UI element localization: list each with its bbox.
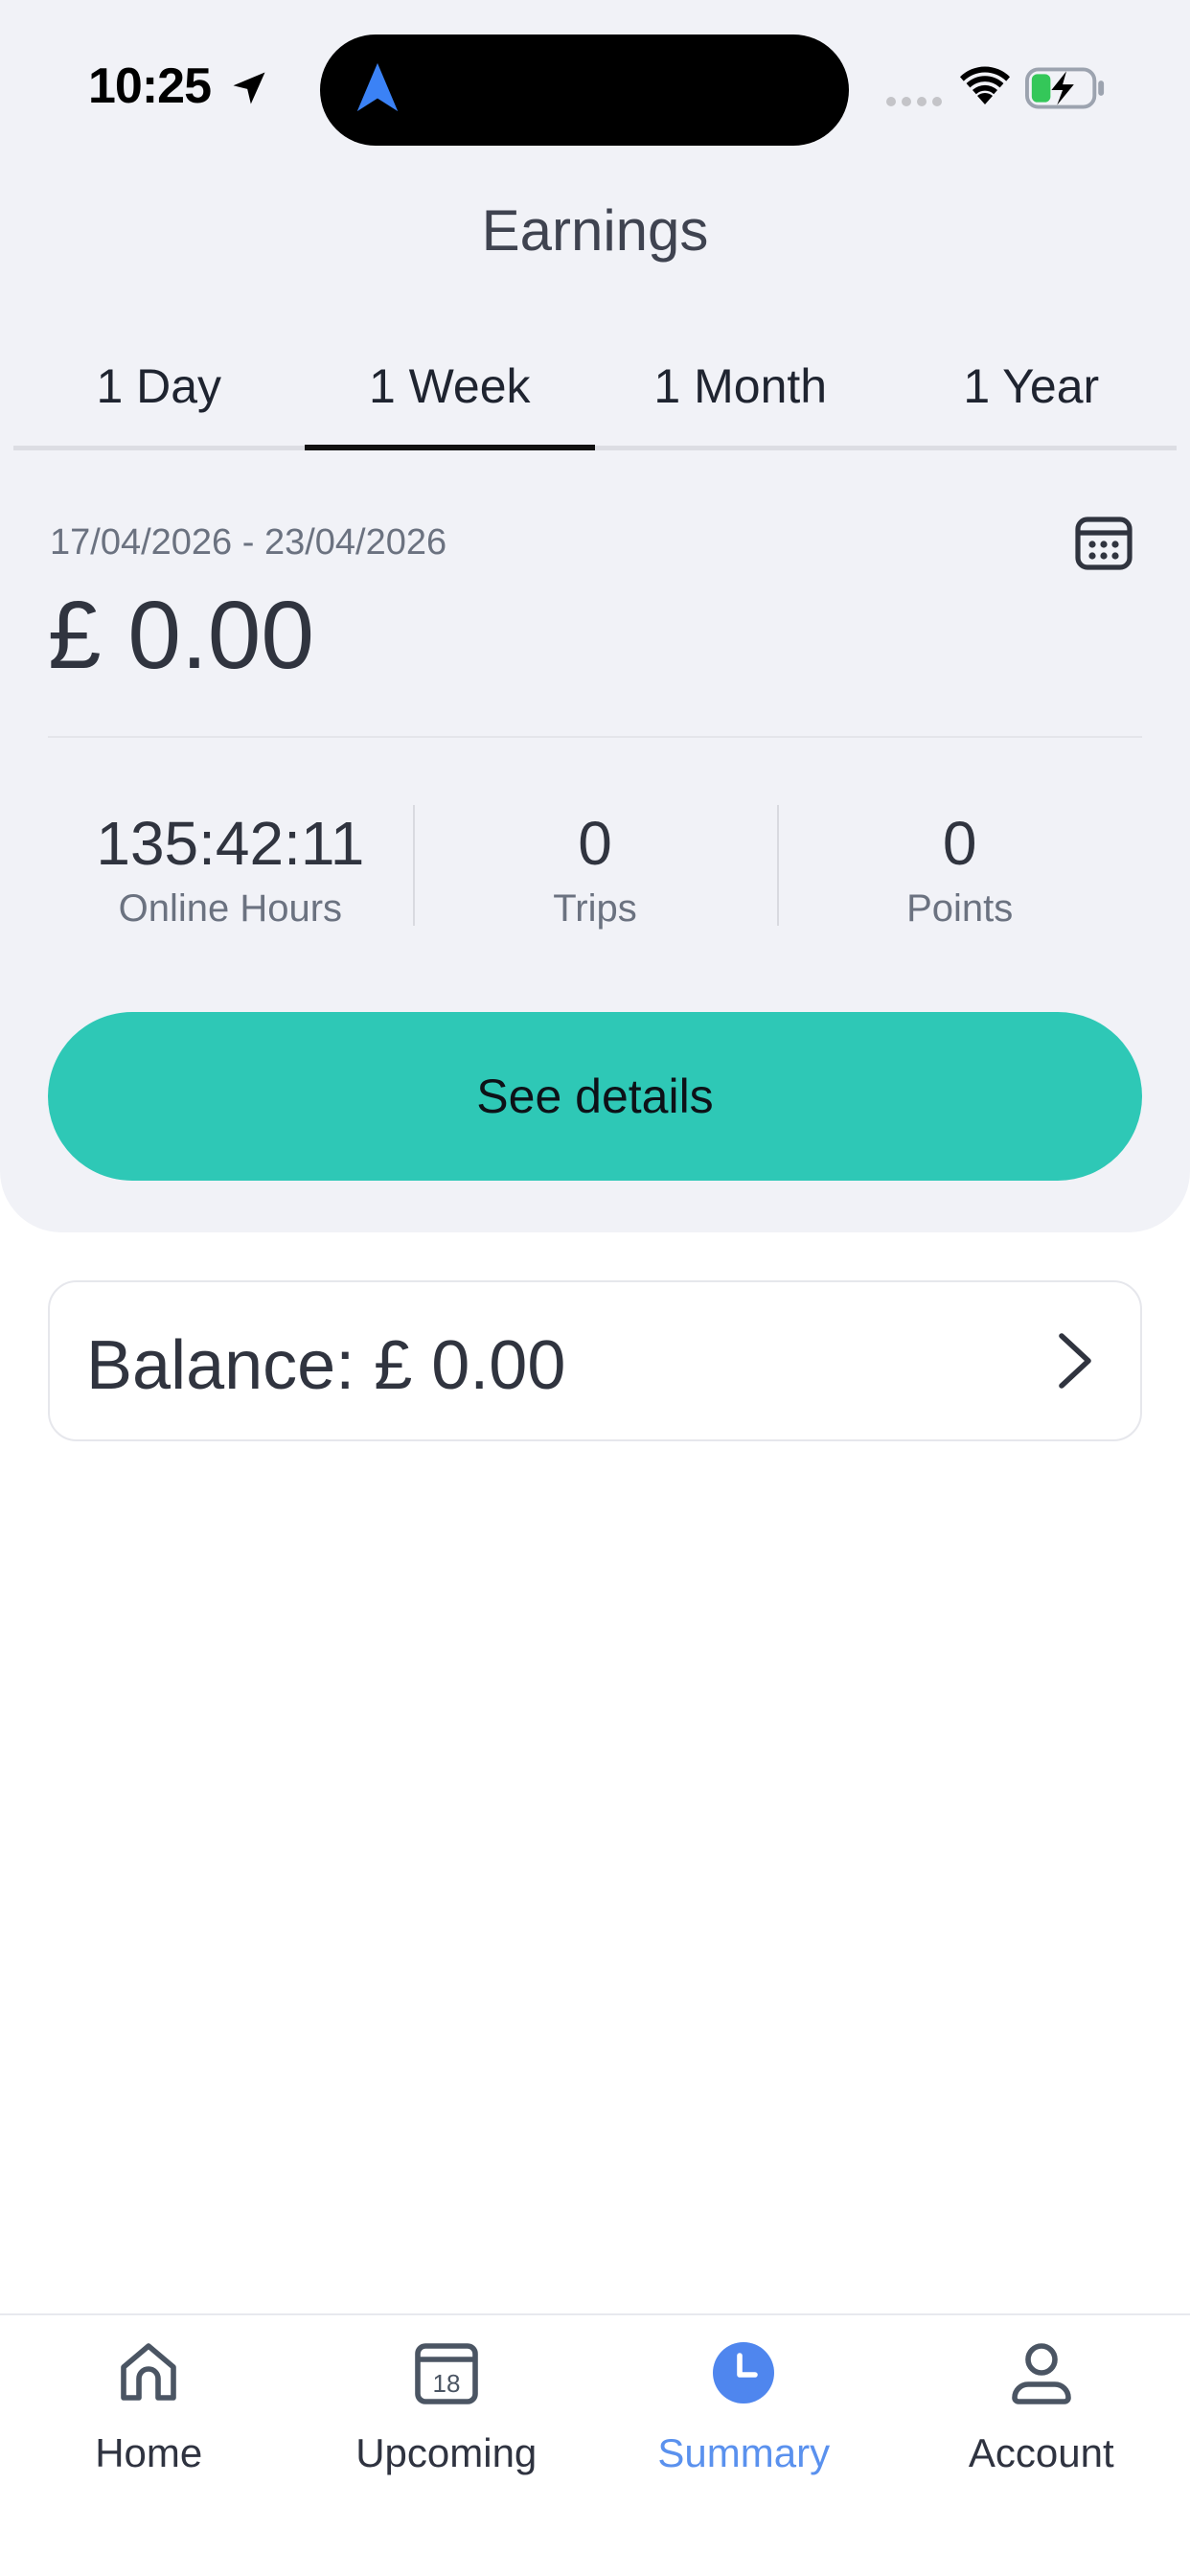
stat-value: 0 xyxy=(942,809,977,878)
nav-label: Account xyxy=(968,2430,1114,2475)
tab-1-day[interactable]: 1 Day xyxy=(13,355,305,446)
bottom-nav: Home 18 Upcoming Summary Account xyxy=(0,2313,1190,2576)
tab-1-year[interactable]: 1 Year xyxy=(886,355,1178,446)
date-range: 17/04/2026 - 23/04/2026 xyxy=(50,522,447,563)
balance-text: Balance: £ 0.00 xyxy=(86,1327,566,1404)
stats-row: 135:42:11 Online Hours 0 Trips 0 Points xyxy=(48,803,1142,930)
stat-value: 135:42:11 xyxy=(96,809,365,878)
nav-item-summary[interactable]: Summary xyxy=(595,2315,893,2576)
nav-label: Home xyxy=(95,2430,203,2475)
stat-value: 0 xyxy=(578,809,612,878)
clock-icon xyxy=(713,2342,775,2404)
stat-label: Points xyxy=(906,887,1014,930)
battery-charging-icon xyxy=(1025,67,1105,109)
tab-1-month[interactable]: 1 Month xyxy=(595,355,886,446)
earnings-panel: 10:25 Earnings 1 Day 1 Week 1 Month 1 Ye… xyxy=(0,0,1190,1232)
calendar-day: 18 xyxy=(432,2369,460,2398)
navigation-icon xyxy=(356,62,399,112)
nav-label: Upcoming xyxy=(355,2430,538,2475)
tab-1-week[interactable]: 1 Week xyxy=(304,355,596,450)
stat-online-hours: 135:42:11 Online Hours xyxy=(48,803,413,930)
location-arrow-icon xyxy=(233,72,265,104)
nav-item-upcoming[interactable]: 18 Upcoming xyxy=(298,2315,596,2576)
nav-item-home[interactable]: Home xyxy=(0,2315,298,2576)
chevron-right-icon xyxy=(1059,1333,1091,1389)
stat-points: 0 Points xyxy=(777,803,1142,930)
divider xyxy=(48,736,1142,738)
earnings-amount: £ 0.00 xyxy=(48,582,315,689)
status-time: 10:25 xyxy=(88,58,212,114)
wifi-icon xyxy=(960,66,1010,104)
nav-item-account[interactable]: Account xyxy=(893,2315,1190,2576)
user-icon xyxy=(1011,2343,1071,2404)
nav-label: Summary xyxy=(657,2430,831,2475)
stat-label: Online Hours xyxy=(118,887,343,930)
see-details-button[interactable]: See details xyxy=(48,1012,1142,1181)
stat-label: Trips xyxy=(553,887,637,930)
calendar-icon[interactable] xyxy=(1073,512,1134,573)
cellular-signal-icon xyxy=(886,97,942,106)
calendar-icon: 18 xyxy=(414,2343,478,2404)
balance-card[interactable]: Balance: £ 0.00 xyxy=(48,1280,1142,1441)
home-icon xyxy=(121,2343,177,2401)
stat-trips: 0 Trips xyxy=(412,803,778,930)
page-title: Earnings xyxy=(481,198,709,263)
period-tabs: 1 Day 1 Week 1 Month 1 Year xyxy=(13,355,1177,450)
